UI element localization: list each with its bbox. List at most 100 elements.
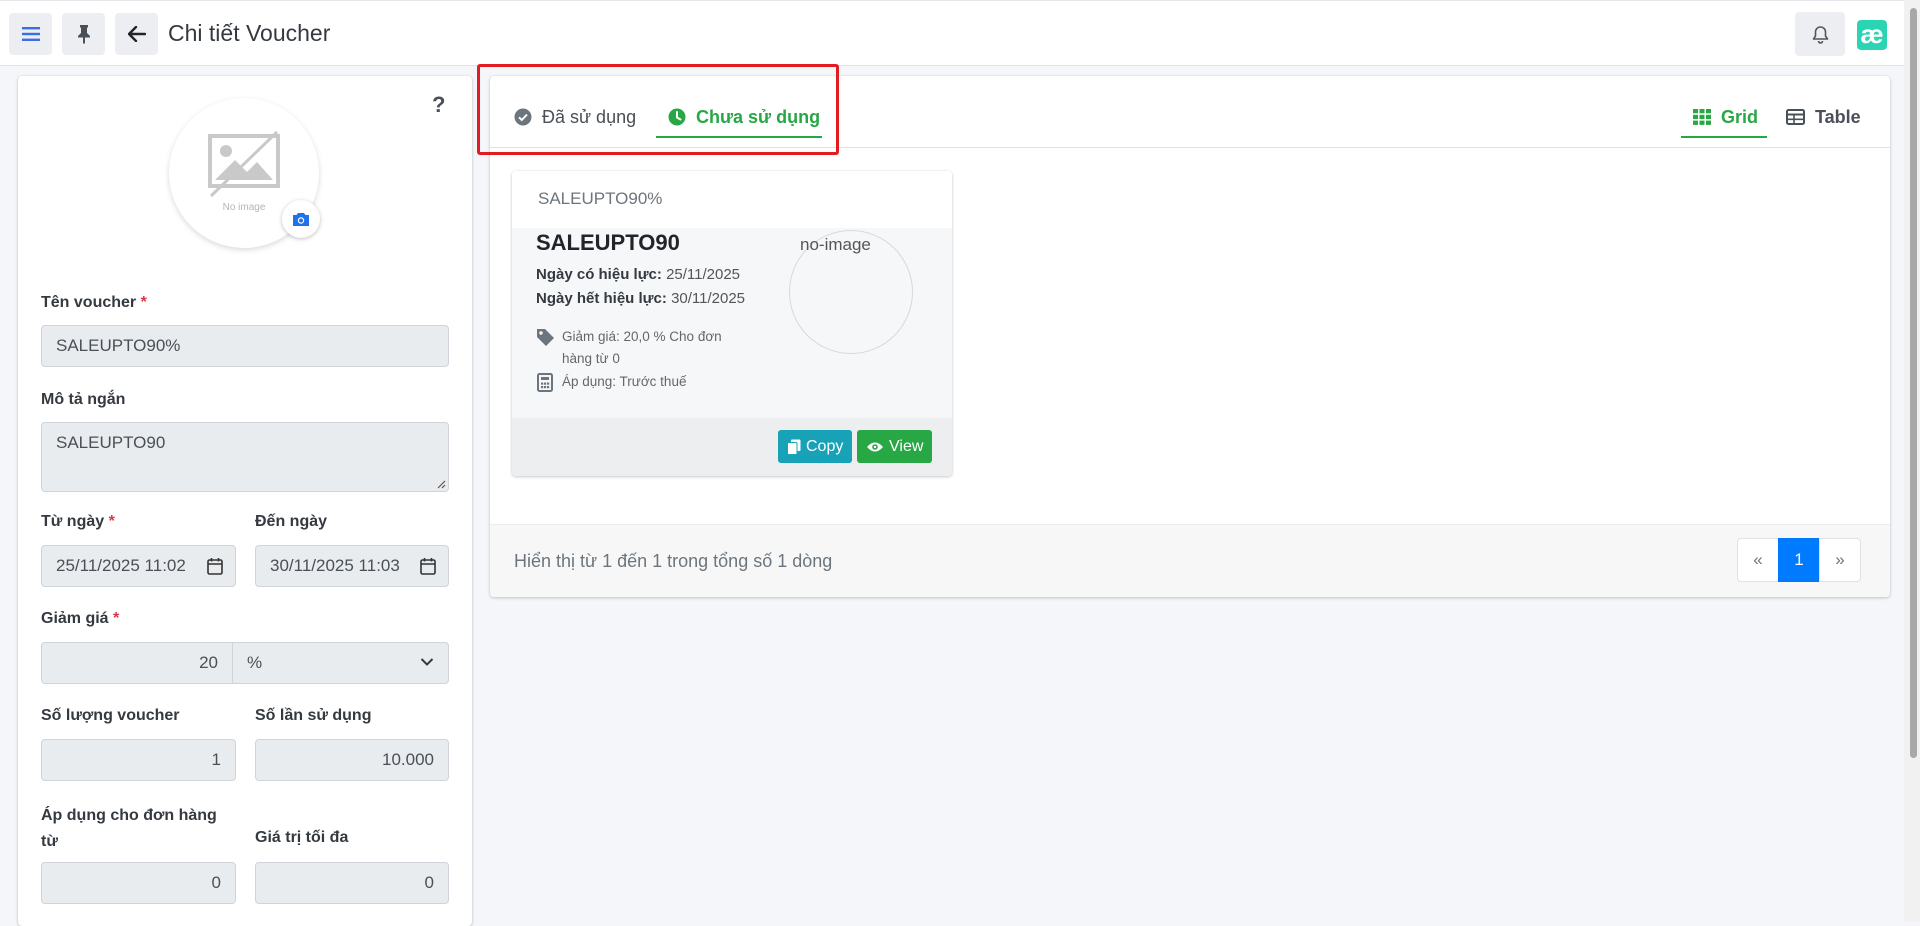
discount-detail: Giảm giá: 20,0 % Cho đơn hàng từ 0 [562,326,722,370]
view-grid-label: Grid [1721,106,1759,127]
top-navbar: Chi tiết Voucher æ [0,0,1920,66]
usage-count-value: 10.000 [382,750,434,769]
quantity-label: Số lượng voucher [41,707,180,724]
view-grid-underline [1681,136,1767,138]
pin-icon [77,25,90,44]
max-value-input[interactable]: 0 [255,862,449,904]
max-value-label: Giá trị tối đa [255,829,349,846]
discount-unit-value: % [247,653,263,672]
discount-value: 20 [199,653,218,672]
valid-from-line: Ngày có hiệu lực: 25/11/2025 [536,266,740,283]
discount-detail-line2: hàng từ 0 [562,351,620,366]
pagination: « 1 » [1737,538,1861,582]
min-order-label-line1: Áp dụng cho đơn hàng [41,807,217,824]
tab-used-label: Đã sử dụng [542,106,637,127]
voucher-card-body: SALEUPTO90 Ngày có hiệu lực: 25/11/2025 … [512,228,952,418]
min-order-label-line2: từ [41,833,58,850]
help-icon[interactable]: ? [432,92,445,118]
valid-to-line: Ngày hết hiệu lực: 30/11/2025 [536,290,745,307]
clock-icon [668,108,686,126]
pagination-page-button[interactable]: 1 [1778,538,1820,582]
view-table-button[interactable]: Table [1786,96,1861,138]
back-button[interactable] [115,13,158,55]
valid-to-label: Ngày hết hiệu lực: [536,290,667,307]
brand-logo[interactable]: æ [1857,20,1887,50]
chevron-down-icon [420,658,434,666]
resize-handle-icon[interactable] [437,480,446,489]
list-footer: Hiển thị từ 1 đến 1 trong tổng số 1 dòng… [490,524,1890,597]
notifications-button[interactable] [1795,12,1845,56]
valid-from-label: Ngày có hiệu lực: [536,266,662,283]
pin-button[interactable] [62,13,105,55]
quantity-input[interactable]: 1 [41,739,236,781]
required-marker: * [140,294,147,311]
required-marker: * [108,513,115,530]
discount-unit-select[interactable]: % [232,642,449,684]
menu-toggle-button[interactable] [9,13,52,55]
arrow-left-icon [127,26,146,42]
from-date-input[interactable]: 25/11/2025 11:02 [41,545,236,587]
voucher-card-footer: Copy View [512,418,952,476]
no-image-icon [208,130,280,198]
discount-label-text: Giảm giá [41,610,109,627]
copy-button[interactable]: Copy [778,430,853,463]
apply-detail: Áp dụng: Trước thuế [562,374,687,389]
to-date-value: 30/11/2025 11:03 [270,556,400,575]
description-textarea[interactable]: SALEUPTO90 [41,422,449,492]
eye-icon [867,442,883,451]
discount-value-input[interactable]: 20 [41,642,233,684]
quantity-value: 1 [211,750,221,769]
calculator-icon [537,373,553,392]
valid-to-value: 30/11/2025 [671,290,746,307]
voucher-image-alt: no-image [800,235,871,254]
voucher-name-input[interactable]: SALEUPTO90% [41,325,449,367]
check-circle-icon [514,108,532,126]
min-order-label: Áp dụng cho đơn hàng từ [41,803,217,855]
description-value: SALEUPTO90 [56,433,166,452]
voucher-name-label: Tên voucher * [41,294,147,312]
view-button[interactable]: View [857,430,933,463]
from-date-label: Từ ngày * [41,513,115,531]
tab-unused[interactable]: Chưa sử dụng [668,96,820,138]
discount-detail-line1: Giảm giá: 20,0 % Cho đơn [562,329,722,344]
grid-icon [1693,109,1711,125]
from-date-value: 25/11/2025 11:02 [56,556,186,575]
page-title: Chi tiết Voucher [168,20,331,46]
voucher-card-title: SALEUPTO90% [512,171,952,228]
voucher-form-panel: ? No image Tên voucher * SALEUPTO90% Mô … [18,76,472,926]
discount-label: Giảm giá * [41,610,119,628]
description-label: Mô tả ngắn [41,391,126,408]
calendar-icon[interactable] [207,557,223,575]
voucher-card: SALEUPTO90% SALEUPTO90 Ngày có hiệu lực:… [512,171,952,476]
view-button-label: View [889,437,924,455]
pagination-prev-button[interactable]: « [1737,538,1779,582]
calendar-icon[interactable] [420,557,436,575]
tag-icon [537,329,554,346]
required-marker: * [113,610,120,627]
voucher-usage-panel: Đã sử dụng Chưa sử dụng Grid Table SALEU… [490,76,1890,597]
usage-count-input[interactable]: 10.000 [255,739,449,781]
voucher-image-placeholder: no-image [789,230,913,354]
tabs-divider [490,147,1890,148]
to-date-label: Đến ngày [255,513,328,530]
tab-unused-label: Chưa sử dụng [696,106,821,127]
tab-unused-underline [656,136,822,138]
bell-icon [1812,25,1828,44]
voucher-name-value: SALEUPTO90% [56,336,181,355]
from-date-label-text: Từ ngày [41,513,105,530]
page-scrollbar-thumb[interactable] [1910,8,1917,758]
copy-icon [787,439,801,455]
camera-icon [293,212,309,226]
voucher-code: SALEUPTO90 [536,230,680,255]
view-grid-button[interactable]: Grid [1693,96,1758,138]
tab-used[interactable]: Đã sử dụng [514,96,636,138]
valid-from-value: 25/11/2025 [666,266,741,283]
pagination-next-button[interactable]: » [1819,538,1861,582]
upload-image-button[interactable] [282,200,320,238]
min-order-input[interactable]: 0 [41,862,236,904]
to-date-input[interactable]: 30/11/2025 11:03 [255,545,449,587]
max-value-value: 0 [424,873,434,892]
hamburger-icon [21,27,40,41]
pagination-summary: Hiển thị từ 1 đến 1 trong tổng số 1 dòng [514,551,833,571]
view-table-label: Table [1815,106,1861,127]
